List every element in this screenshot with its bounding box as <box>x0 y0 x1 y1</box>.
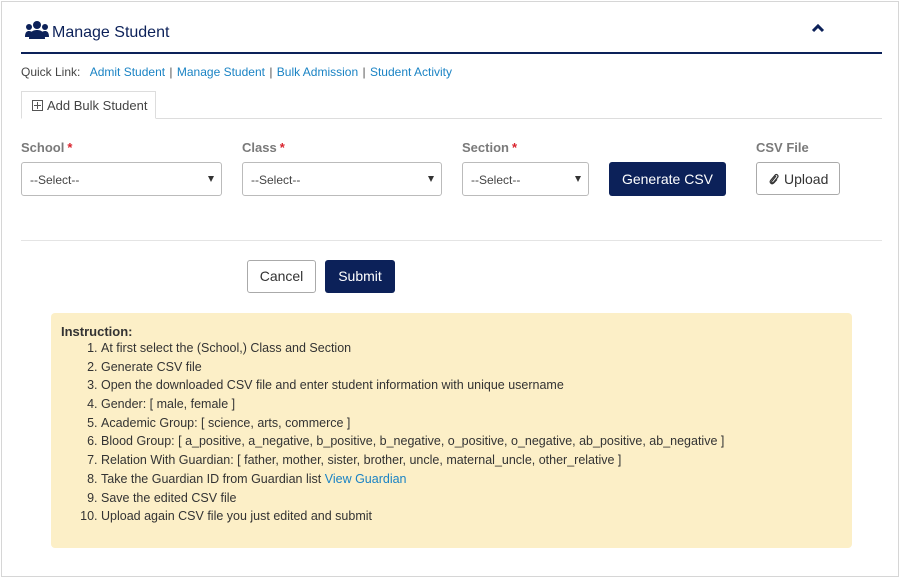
instruction-item: Blood Group: [ a_positive, a_negative, b… <box>101 432 724 451</box>
instruction-item: Academic Group: [ science, arts, commerc… <box>101 414 724 433</box>
quick-link-separator: | <box>169 65 173 79</box>
caret-down-icon <box>208 176 214 182</box>
caret-down-icon <box>428 176 434 182</box>
tab-label: Add Bulk Student <box>47 98 148 113</box>
instruction-item: Generate CSV file <box>101 358 724 377</box>
class-select[interactable]: --Select-- <box>242 162 442 196</box>
quick-link-separator: | <box>269 65 273 79</box>
quick-link-student-activity[interactable]: Student Activity <box>370 65 452 79</box>
caret-down-icon <box>575 176 581 182</box>
panel-header: Manage Student <box>21 14 882 54</box>
paperclip-icon <box>769 173 779 185</box>
quick-link-manage-student[interactable]: Manage Student <box>177 65 265 79</box>
plus-square-icon <box>32 100 43 111</box>
csv-file-label: CSV File <box>756 140 809 155</box>
quick-link-separator: | <box>362 65 366 79</box>
users-icon <box>25 21 49 39</box>
instruction-item: Upload again CSV file you just edited an… <box>101 507 724 526</box>
quick-links: Quick Link: Admit Student | Manage Stude… <box>21 65 452 79</box>
upload-label: Upload <box>784 171 829 187</box>
manage-student-panel: Manage Student Quick Link: Admit Student… <box>1 1 899 577</box>
tab-add-bulk-student[interactable]: Add Bulk Student <box>21 91 156 119</box>
generate-csv-button[interactable]: Generate CSV <box>609 162 726 196</box>
instruction-item: Open the downloaded CSV file and enter s… <box>101 376 724 395</box>
instruction-box: Instruction: At first select the (School… <box>51 313 852 548</box>
chevron-up-icon[interactable] <box>811 22 825 34</box>
instruction-item: Gender: [ male, female ] <box>101 395 724 414</box>
quick-link-admit-student[interactable]: Admit Student <box>90 65 165 79</box>
quick-link-prefix: Quick Link: <box>21 65 81 79</box>
school-label: School * <box>21 140 73 155</box>
section-select[interactable]: --Select-- <box>462 162 589 196</box>
instruction-item: At first select the (School,) Class and … <box>101 339 724 358</box>
instruction-list: At first select the (School,) Class and … <box>51 339 724 526</box>
cancel-button[interactable]: Cancel <box>247 260 316 293</box>
section-label: Section * <box>462 140 518 155</box>
instruction-heading: Instruction: <box>61 324 133 339</box>
view-guardian-link[interactable]: View Guardian <box>325 472 407 486</box>
divider <box>21 240 882 241</box>
class-label: Class * <box>242 140 285 155</box>
page-title: Manage Student <box>52 24 170 41</box>
submit-button[interactable]: Submit <box>325 260 395 293</box>
upload-button[interactable]: Upload <box>756 162 840 195</box>
instruction-item: Relation With Guardian: [ father, mother… <box>101 451 724 470</box>
instruction-item: Take the Guardian ID from Guardian list … <box>101 470 724 489</box>
instruction-item: Save the edited CSV file <box>101 489 724 508</box>
school-select[interactable]: --Select-- <box>21 162 222 196</box>
quick-link-bulk-admission[interactable]: Bulk Admission <box>277 65 358 79</box>
